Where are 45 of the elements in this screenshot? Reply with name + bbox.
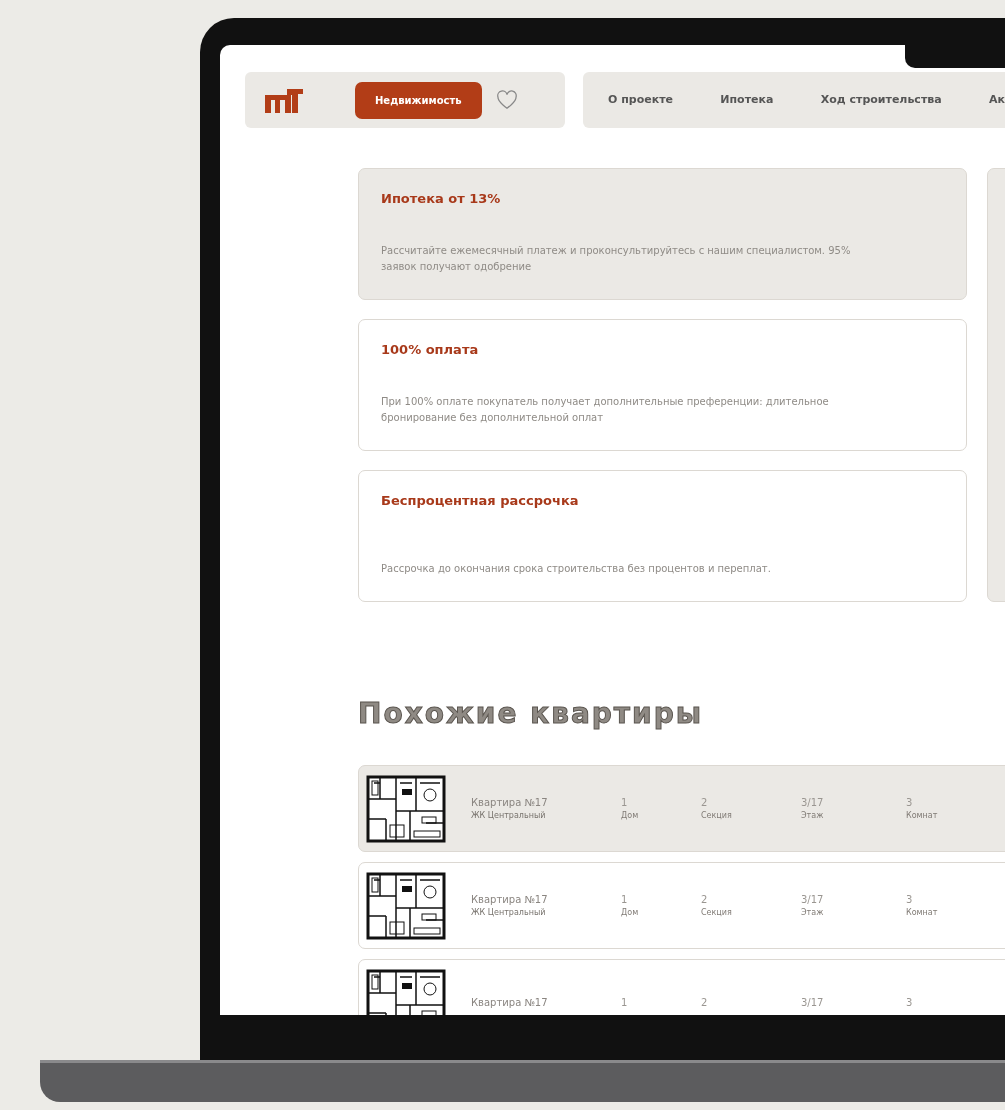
field-label: Дом [621, 810, 640, 822]
apartment-row[interactable]: Квартира №17 ЖК Центральный 1 Дом 2 Секция 3/17 Этаж 3 Комнат [358, 862, 1005, 949]
apartment-row[interactable]: Квартира №17 ЖК Центральный 1 Дом 2 Секция 3/17 Этаж 3 Комнат [358, 765, 1005, 852]
field-value: 1 [621, 893, 629, 907]
field-value: 1 [621, 796, 629, 810]
field-value: 3/17 [801, 796, 825, 810]
apartment-title: Квартира №17 [471, 996, 549, 1010]
nav-link[interactable]: О проекте [608, 91, 673, 109]
offer-title: Ипотека от 13% [381, 190, 502, 208]
field-label: Этаж [801, 907, 825, 919]
complex-name: ЖК Центральный [471, 907, 547, 919]
offer-text: Рассчитайте ежемесячный платеж и проконсультируйтесь с нашим специалистом. 95% заявок получают одобрение [381, 244, 852, 274]
field-value: 3/17 [801, 996, 825, 1010]
apartment-title: Квартира №17 [471, 893, 549, 907]
logo-icon[interactable] [265, 87, 303, 113]
field-value: 2 [701, 796, 709, 810]
section-heading: Похожие квартиры [358, 696, 705, 732]
nav-link[interactable]: Ипотека [720, 91, 774, 109]
field-value: 3 [906, 996, 914, 1010]
nav-link[interactable]: Ак [989, 91, 1005, 109]
offer-card[interactable]: 100% оплата При 100% оплате покупатель получает дополнительные преференции: длительное бронирование без дополнительной оплат [358, 319, 967, 451]
field-label: Дом [621, 907, 640, 919]
offer-card[interactable]: Беспроцентная рассрочка Рассрочка до окончания срока строительства без процентов и переплат. [358, 470, 967, 602]
field-value: 2 [701, 996, 709, 1010]
field-label: Секция [701, 810, 733, 822]
field-value: 3/17 [801, 893, 825, 907]
complex-name: ЖК Центральный [471, 810, 547, 822]
offer-title: 100% оплата [381, 341, 480, 359]
field-value: 3 [906, 796, 914, 810]
real-estate-button[interactable]: Недвижимость [355, 81, 482, 119]
field-label: Комнат [906, 810, 939, 822]
offer-text: При 100% оплате покупатель получает дополнительные преференции: длительное бронирование без дополнительной оплат [381, 395, 830, 425]
field-value: 3 [906, 893, 914, 907]
offer-card[interactable]: Ипотека от 13% Рассчитайте ежемесячный платеж и проконсультируйтесь с нашим специалистом. 95% заявок получают одобрение [358, 168, 967, 300]
field-label: Этаж [801, 810, 825, 822]
offer-title: Беспроцентная рассрочка [381, 492, 580, 510]
apartment-row[interactable]: Квартира №17 1 2 3/17 3 [358, 959, 1005, 1015]
apartment-title: Квартира №17 [471, 796, 549, 810]
nav-link[interactable]: Ход строительства [820, 91, 942, 109]
field-value: 2 [701, 893, 709, 907]
field-label: Комнат [906, 907, 939, 919]
field-label: Секция [701, 907, 733, 919]
field-value: 1 [621, 996, 629, 1010]
offer-text: Рассрочка до окончания срока строительства без процентов и переплат. [381, 562, 772, 576]
heart-icon[interactable] [495, 90, 518, 110]
